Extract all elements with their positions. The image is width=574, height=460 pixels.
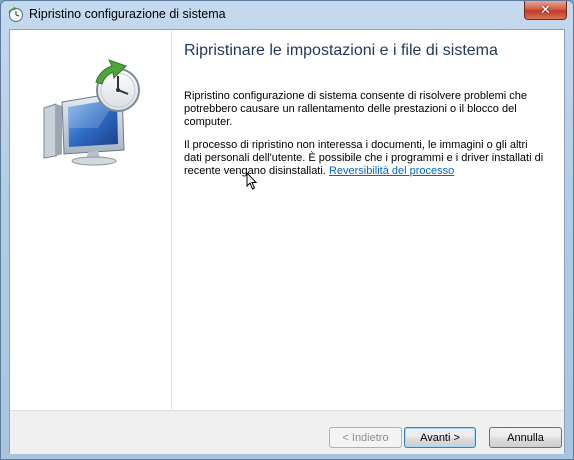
system-restore-window: Ripristino configurazione di sistema ✕ R… [0, 0, 574, 460]
description-paragraph: Ripristino configurazione di sistema con… [184, 90, 527, 128]
page-title: Ripristinare le impostazioni e i file di… [184, 42, 498, 59]
back-button[interactable]: < Indietro [329, 427, 402, 448]
system-restore-icon [8, 6, 24, 23]
window-title: Ripristino configurazione di sistema [29, 7, 226, 21]
cancel-button[interactable]: Annulla [489, 427, 562, 448]
wizard-footer: < Indietro Avanti > Annulla [10, 410, 564, 454]
warning-paragraph: Il processo di ripristino non interessa … [184, 139, 544, 178]
mouse-cursor-icon [246, 172, 258, 190]
reversibility-link[interactable]: Reversibilità del processo [329, 165, 454, 177]
close-icon: ✕ [540, 2, 551, 18]
wizard-sidebar [10, 30, 172, 410]
close-button[interactable]: ✕ [524, 1, 567, 20]
wizard-client-area: Ripristinare le impostazioni e i file di… [9, 29, 565, 454]
system-restore-monitor-clock-icon [43, 59, 140, 166]
title-bar[interactable]: Ripristino configurazione di sistema ✕ [1, 1, 573, 29]
next-button[interactable]: Avanti > [404, 427, 476, 448]
